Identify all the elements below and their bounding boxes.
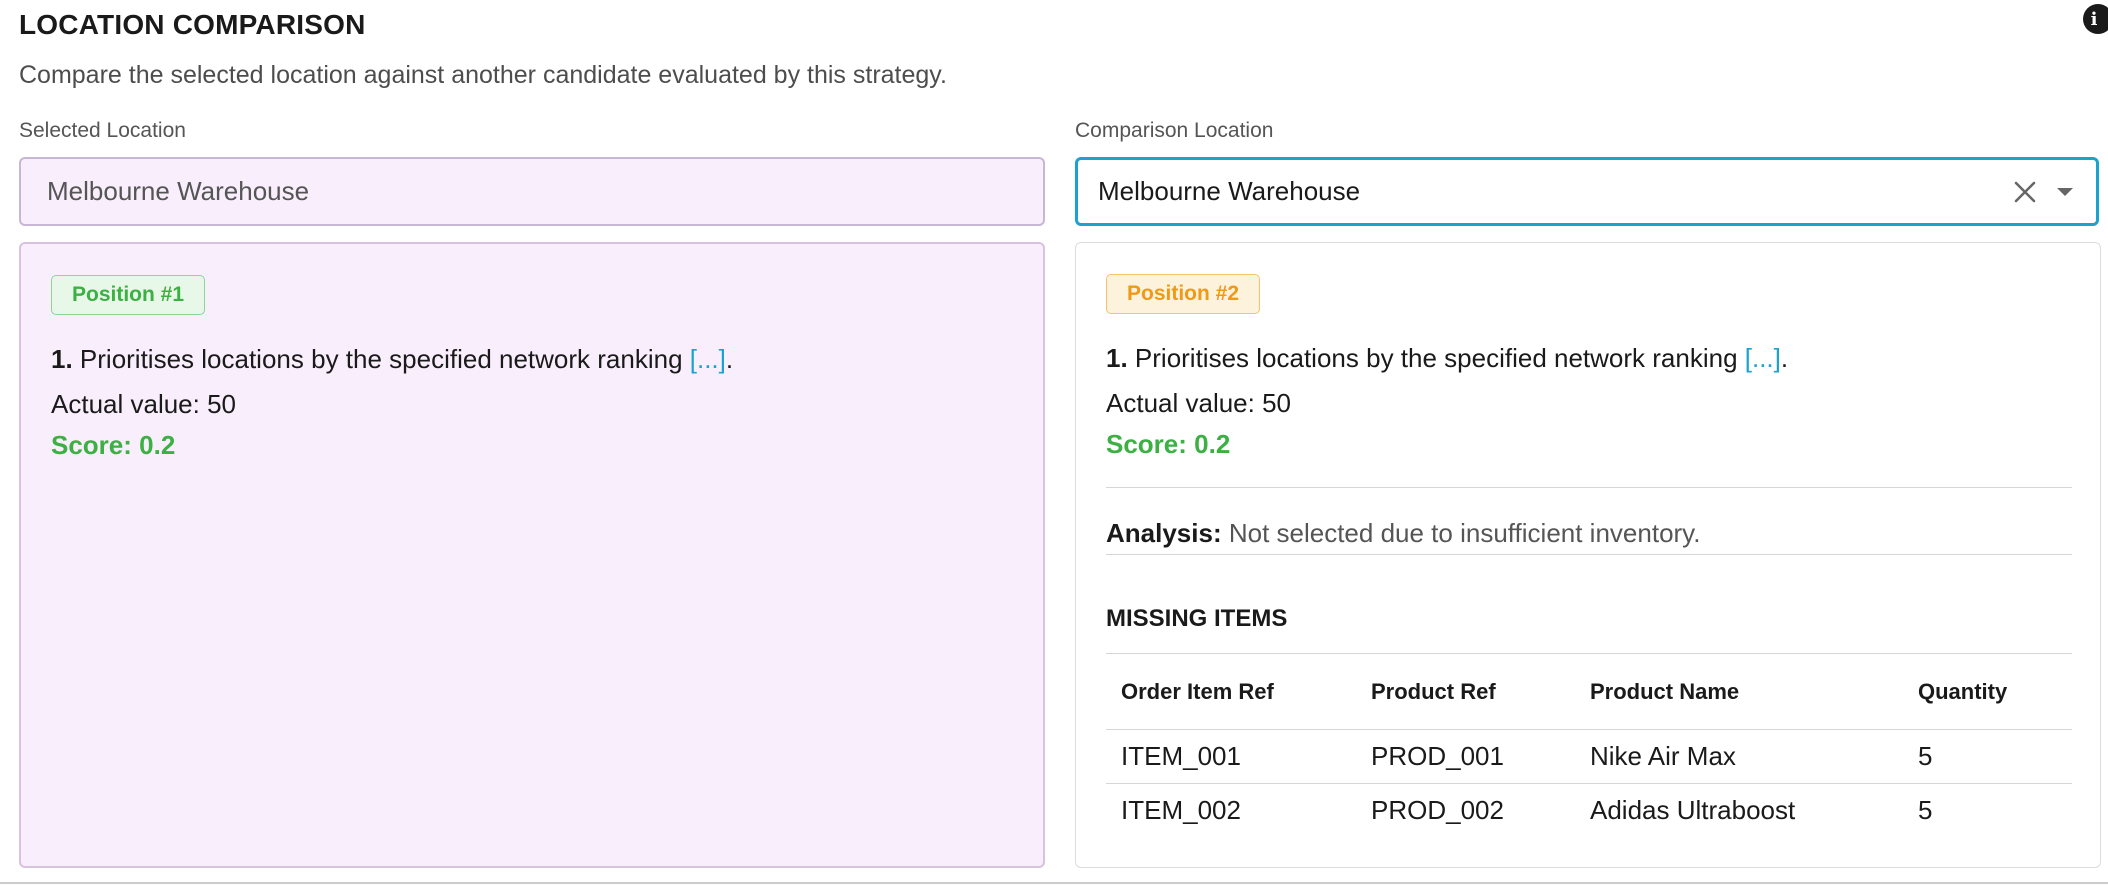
rule-description: 1. Prioritises locations by the specifie… xyxy=(51,344,733,375)
location-comparison-page: LOCATION COMPARISON Compare the selected… xyxy=(0,0,2108,886)
actual-value: Actual value: 50 xyxy=(1106,388,1292,418)
cell-product-name: Adidas Ultraboost xyxy=(1590,795,1796,826)
selected-location-label: Selected Location xyxy=(19,119,186,142)
rule-text: Prioritises locations by the specified n… xyxy=(1127,343,1745,373)
divider xyxy=(1106,554,2072,555)
column-header-product-ref: Product Ref xyxy=(1356,653,1575,730)
bottom-divider xyxy=(0,882,2108,884)
column-header-quantity: Quantity xyxy=(1903,653,2072,730)
cell-quantity: 5 xyxy=(1903,729,2072,784)
cell-product-ref: PROD_002 xyxy=(1371,795,1504,826)
rule-expand-link[interactable]: [...] xyxy=(1745,343,1781,373)
comparison-location-select[interactable]: Melbourne Warehouse xyxy=(1075,157,2099,226)
cell-product-ref: PROD_001 xyxy=(1356,729,1575,784)
missing-items-title: MISSING ITEMS xyxy=(1106,605,1288,632)
table-row: ITEM_002 PROD_002 Adidas Ultraboost 5 xyxy=(1106,784,2072,838)
page-subtitle: Compare the selected location against an… xyxy=(19,61,947,89)
cell-order-item-ref: ITEM_001 xyxy=(1106,729,1356,784)
rule-number: 1. xyxy=(1106,343,1128,373)
rule-end: . xyxy=(1780,343,1789,373)
divider xyxy=(1106,487,2072,488)
page-title: LOCATION COMPARISON xyxy=(19,9,366,40)
actual-value: Actual value: 50 xyxy=(51,389,237,419)
comparison-location-label: Comparison Location xyxy=(1075,119,1274,142)
column-header-order-item-ref: Order Item Ref xyxy=(1106,653,1356,730)
rule-text: Prioritises locations by the specified n… xyxy=(72,344,690,374)
analysis-value: Not selected due to insufficient invento… xyxy=(1221,518,1701,548)
selected-location-value: Melbourne Warehouse xyxy=(47,176,310,206)
score-value: Score: 0.2 xyxy=(1106,429,1231,459)
score-value: Score: 0.2 xyxy=(51,430,176,460)
rule-description: 1. Prioritises locations by the specifie… xyxy=(1106,343,1788,374)
info-icon[interactable]: i xyxy=(2083,4,2108,34)
chevron-down-icon[interactable] xyxy=(2052,179,2078,205)
missing-items-table: Order Item Ref Product Ref Product Name … xyxy=(1106,653,2072,838)
close-icon[interactable] xyxy=(2010,177,2040,207)
comparison-location-value: Melbourne Warehouse xyxy=(1098,176,1361,206)
column-header-product-name: Product Name xyxy=(1575,653,1903,730)
selected-location-panel: Position #1 1. Prioritises locations by … xyxy=(19,242,1045,868)
cell-order-item-ref: ITEM_002 xyxy=(1121,795,1241,826)
rule-expand-link[interactable]: [...] xyxy=(690,344,726,374)
cell-product-name: Nike Air Max xyxy=(1575,729,1903,784)
selected-location-field: Melbourne Warehouse xyxy=(19,157,1045,226)
analysis-label: Analysis: xyxy=(1106,518,1222,548)
table-header-row: Order Item Ref Product Ref Product Name … xyxy=(1106,653,2072,730)
table-row: ITEM_001 PROD_001 Nike Air Max 5 xyxy=(1106,729,2072,784)
position-badge: Position #1 xyxy=(51,275,206,315)
position-badge: Position #2 xyxy=(1106,274,1261,314)
cell-quantity: 5 xyxy=(1918,795,1933,826)
comparison-location-panel: Position #2 1. Prioritises locations by … xyxy=(1075,242,2101,868)
rule-end: . xyxy=(725,344,734,374)
analysis-text: Analysis: Not selected due to insufficie… xyxy=(1106,518,1700,549)
rule-number: 1. xyxy=(51,344,73,374)
